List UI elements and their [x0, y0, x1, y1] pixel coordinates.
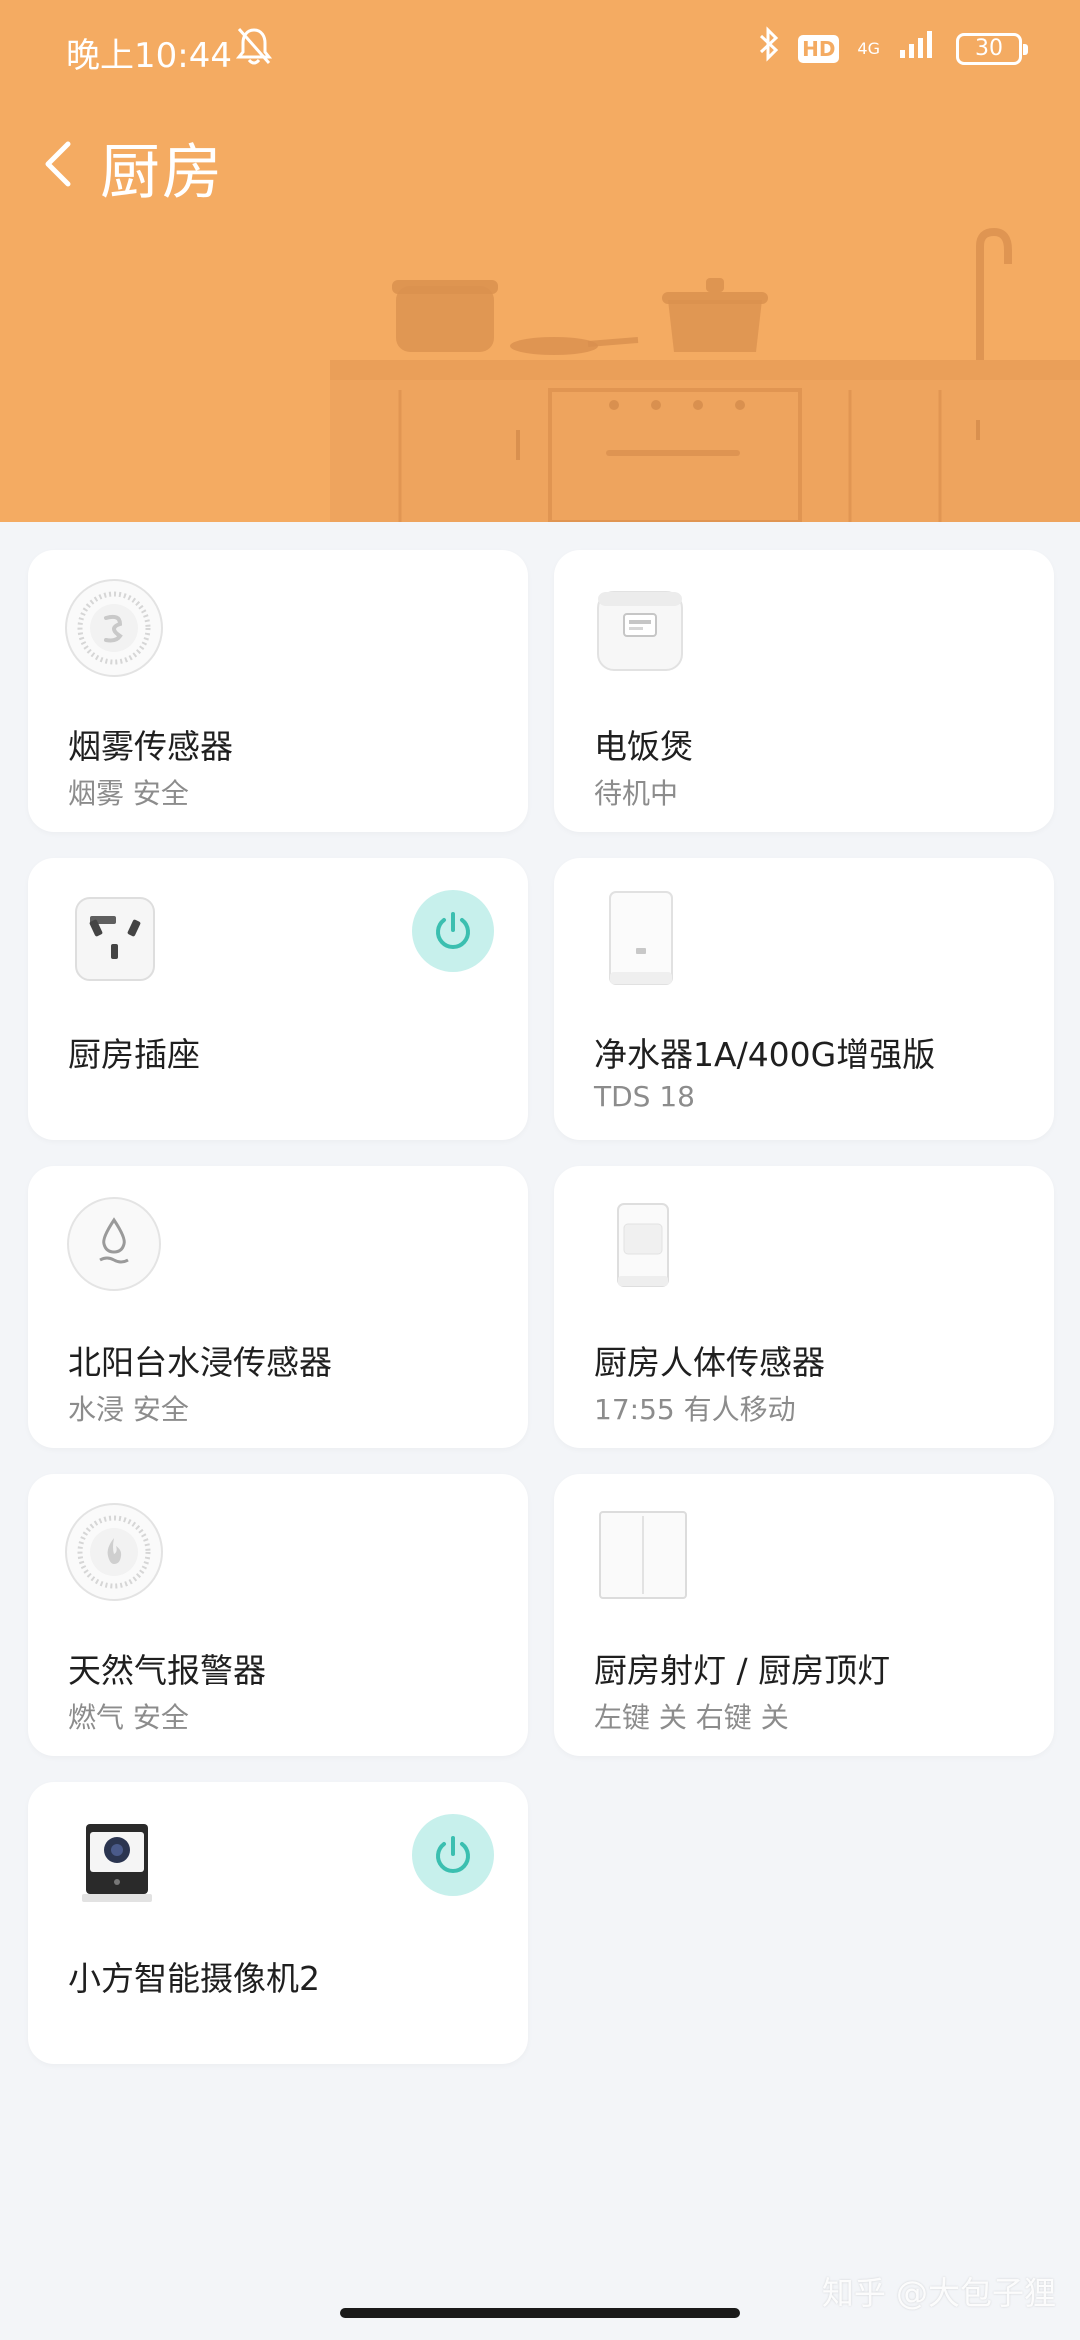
device-status: TDS 18	[594, 1080, 695, 1113]
bluetooth-icon	[758, 26, 780, 71]
device-name: 烟雾传感器	[68, 727, 233, 766]
device-name: 厨房人体传感器	[594, 1343, 825, 1382]
home-indicator[interactable]	[340, 2308, 740, 2318]
power-icon	[436, 1836, 470, 1873]
smart-plug-icon	[75, 897, 155, 981]
device-status: 17:55 有人移动	[594, 1393, 796, 1426]
battery-icon: 30	[956, 32, 1028, 65]
water-sensor-icon	[67, 1197, 161, 1291]
motion-sensor-icon	[617, 1203, 669, 1287]
wall-switch-icon	[599, 1511, 687, 1599]
power-button[interactable]	[412, 890, 494, 972]
power-button[interactable]	[412, 1814, 494, 1896]
device-name: 小方智能摄像机2	[68, 1959, 320, 1998]
device-status: 左键 关 右键 关	[594, 1701, 789, 1734]
camera-icon	[82, 1824, 152, 1902]
power-icon	[436, 912, 470, 949]
device-card-motion-sensor[interactable]: 厨房人体传感器 17:55 有人移动	[554, 1166, 1054, 1448]
device-status: 水浸 安全	[68, 1393, 189, 1426]
rice-cooker-icon	[597, 591, 683, 671]
kitchen-illustration	[330, 227, 1080, 522]
back-button[interactable]	[34, 132, 84, 196]
status-icons: HD 4G 30	[758, 26, 1028, 71]
page-title: 厨房	[100, 138, 224, 208]
device-card-rice-cooker[interactable]: 电饭煲 待机中	[554, 550, 1054, 832]
device-card-camera[interactable]: 小方智能摄像机2	[28, 1782, 528, 2064]
status-bar: 晚上10:44 HD 4G 30	[0, 0, 1080, 100]
hd-badge: HD	[798, 34, 840, 63]
room-header: 晚上10:44 HD 4G 30 厨房	[0, 0, 1080, 522]
device-name: 电饭煲	[594, 727, 693, 766]
device-card-water-purifier[interactable]: 净水器1A/400G增强版 TDS 18	[554, 858, 1054, 1140]
gas-alarm-icon	[65, 1503, 163, 1601]
device-card-water-sensor[interactable]: 北阳台水浸传感器 水浸 安全	[28, 1166, 528, 1448]
device-status: 燃气 安全	[68, 1701, 189, 1734]
signal-icon	[898, 28, 938, 69]
status-time: 晚上10:44	[66, 36, 232, 76]
network-label: 4G	[857, 38, 880, 58]
water-purifier-icon	[609, 891, 673, 985]
chevron-left-icon	[45, 141, 71, 187]
device-name: 厨房射灯 / 厨房顶灯	[594, 1651, 891, 1690]
device-card-smoke-sensor[interactable]: 烟雾传感器 烟雾 安全	[28, 550, 528, 832]
device-name: 北阳台水浸传感器	[68, 1343, 332, 1382]
device-name: 厨房插座	[68, 1035, 200, 1074]
device-card-wall-switch[interactable]: 厨房射灯 / 厨房顶灯 左键 关 右键 关	[554, 1474, 1054, 1756]
watermark: 知乎 @大包子狸	[821, 2274, 1056, 2312]
device-card-gas-alarm[interactable]: 天然气报警器 燃气 安全	[28, 1474, 528, 1756]
device-status: 待机中	[594, 777, 679, 810]
smoke-sensor-icon	[65, 579, 163, 677]
device-name: 天然气报警器	[68, 1651, 266, 1690]
device-card-kitchen-plug[interactable]: 厨房插座	[28, 858, 528, 1140]
bell-muted-icon	[235, 26, 273, 75]
device-name: 净水器1A/400G增强版	[594, 1035, 936, 1074]
device-status: 烟雾 安全	[68, 777, 189, 810]
